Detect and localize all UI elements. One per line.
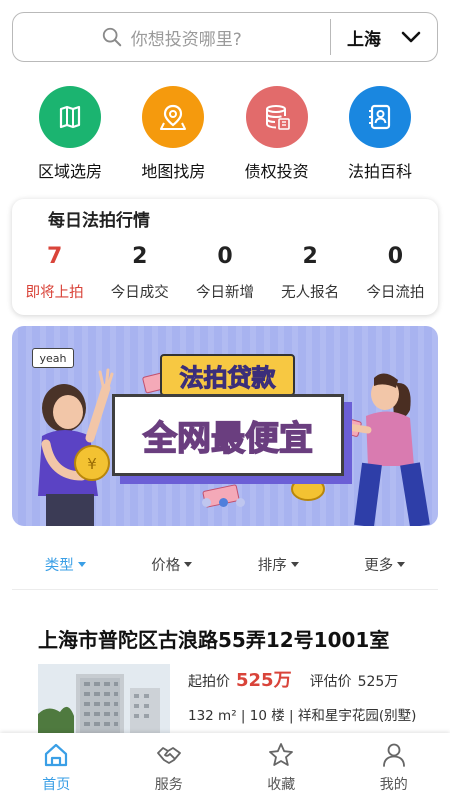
banner-pagination: [202, 498, 245, 507]
stat-value: 0: [217, 244, 233, 269]
tab-profile[interactable]: 我的: [338, 733, 450, 800]
star-icon: [269, 743, 294, 766]
appraisal-label: 评估价: [309, 674, 352, 690]
listing-photo[interactable]: [38, 664, 170, 744]
tab-label: 首页: [42, 777, 71, 793]
start-price-value: 525万: [236, 670, 292, 691]
search-input[interactable]: 你想投资哪里?: [13, 13, 330, 61]
stats-row: 7 即将上拍 2 今日成交 0 今日新增 2 无人报名 0 今日流拍: [12, 241, 438, 302]
quick-item-wiki[interactable]: 法拍百科: [330, 86, 430, 186]
quick-circle: [39, 86, 101, 148]
stat-new-today[interactable]: 0 今日新增: [182, 241, 267, 302]
quick-item-region[interactable]: 区域选房: [20, 86, 120, 186]
filter-price[interactable]: 价格: [119, 548, 226, 580]
filter-label: 价格: [151, 557, 181, 574]
banner-dot[interactable]: [236, 498, 245, 507]
tab-services[interactable]: 服务: [113, 733, 226, 800]
daily-stats-card[interactable]: 每日法拍行情 7 即将上拍 2 今日成交 0 今日新增 2 无人报名 0 今日流…: [12, 199, 438, 315]
stat-label: 即将上拍: [25, 285, 84, 301]
quick-label: 区域选房: [37, 162, 102, 181]
handshake-icon: [156, 747, 181, 764]
city-label: 上海: [347, 29, 381, 50]
banner-headline-top: 法拍贷款: [160, 354, 295, 396]
tab-label: 我的: [379, 777, 408, 793]
caret-down-icon: [397, 561, 406, 567]
map-icon: [59, 105, 81, 129]
building-photo: [38, 664, 170, 744]
stat-failed-today[interactable]: 0 今日流拍: [353, 241, 438, 302]
filter-label: 更多: [364, 557, 394, 574]
banner-headline-main-text: 全网最便宜: [142, 418, 314, 460]
stat-no-bidders[interactable]: 2 无人报名: [268, 241, 353, 302]
quick-label: 法拍百科: [347, 162, 412, 181]
quick-circle: [142, 86, 205, 148]
location-pin-icon: [160, 104, 187, 130]
search-bar: 你想投资哪里? 上海: [12, 12, 438, 62]
stat-value: 0: [387, 244, 403, 269]
caret-down-icon: [290, 561, 299, 567]
listing-specs: 132 m² | 10 楼 | 祥和星宇花园(别墅): [188, 708, 417, 724]
price-row: 起拍价 525万 评估价 525万: [188, 666, 398, 692]
quick-label: 地图找房: [141, 162, 206, 181]
stat-value: 7: [46, 244, 63, 269]
tab-label: 收藏: [267, 777, 296, 793]
stat-label: 无人报名: [281, 285, 340, 301]
user-icon: [382, 743, 405, 767]
stat-label: 今日新增: [195, 285, 254, 301]
database-debt-icon: [265, 105, 290, 130]
stat-label: 今日流拍: [366, 285, 425, 301]
caret-down-icon: [184, 561, 193, 567]
quick-nav: 区域选房 地图找房 债权投资 法拍百科: [20, 86, 430, 186]
tab-label: 服务: [154, 777, 183, 793]
appraisal-value: 525万: [357, 674, 399, 690]
banner-headline-top-text: 法拍贷款: [179, 363, 276, 392]
svg-text:¥: ¥: [87, 455, 97, 473]
listing-title[interactable]: 上海市普陀区古浪路55弄12号1001室: [38, 624, 389, 653]
banner-dot[interactable]: [202, 498, 211, 507]
quick-item-map[interactable]: 地图找房: [123, 86, 223, 186]
quick-circle: [245, 86, 308, 148]
tab-favorites[interactable]: 收藏: [225, 733, 338, 800]
stat-upcoming[interactable]: 7 即将上拍: [12, 241, 97, 302]
quick-item-debt[interactable]: 债权投资: [227, 86, 327, 186]
start-price-label: 起拍价: [188, 674, 230, 690]
filter-bar: 类型 价格 排序 更多: [12, 548, 438, 580]
filter-sort[interactable]: 排序: [225, 548, 332, 580]
caret-down-icon: [77, 561, 86, 567]
chevron-down-icon: [401, 31, 421, 43]
contact-book-icon: [368, 104, 391, 130]
stat-closed-today[interactable]: 2 今日成交: [97, 241, 182, 302]
tab-home[interactable]: 首页: [0, 733, 113, 800]
filter-more[interactable]: 更多: [332, 548, 439, 580]
stat-value: 2: [132, 244, 148, 269]
stats-title: 每日法拍行情: [48, 211, 150, 231]
stat-label: 今日成交: [110, 285, 169, 301]
quick-label: 债权投资: [244, 162, 309, 181]
bottom-tab-bar: 首页 服务 收藏 我的: [0, 733, 450, 800]
home-icon: [45, 743, 68, 767]
quick-circle: [348, 86, 411, 148]
divider: [12, 589, 438, 590]
stat-value: 2: [302, 244, 318, 269]
filter-type[interactable]: 类型: [12, 548, 119, 580]
filter-label: 类型: [44, 557, 74, 574]
search-placeholder: 你想投资哪里?: [130, 29, 242, 50]
banner-dot-active[interactable]: [219, 498, 228, 507]
yeah-speech-bubble: yeah: [32, 348, 74, 368]
app-screen: 你想投资哪里? 上海 区域选房 地图找房 债权投资 法拍百科 每日法拍行情 7 …: [0, 0, 450, 800]
banner-headline-main: 全网最便宜: [112, 394, 344, 476]
search-icon: [102, 27, 121, 47]
filter-label: 排序: [257, 557, 287, 574]
city-select[interactable]: 上海: [331, 13, 437, 61]
promo-banner[interactable]: ¥ yeah 法拍贷款 全网最便宜: [12, 326, 438, 526]
